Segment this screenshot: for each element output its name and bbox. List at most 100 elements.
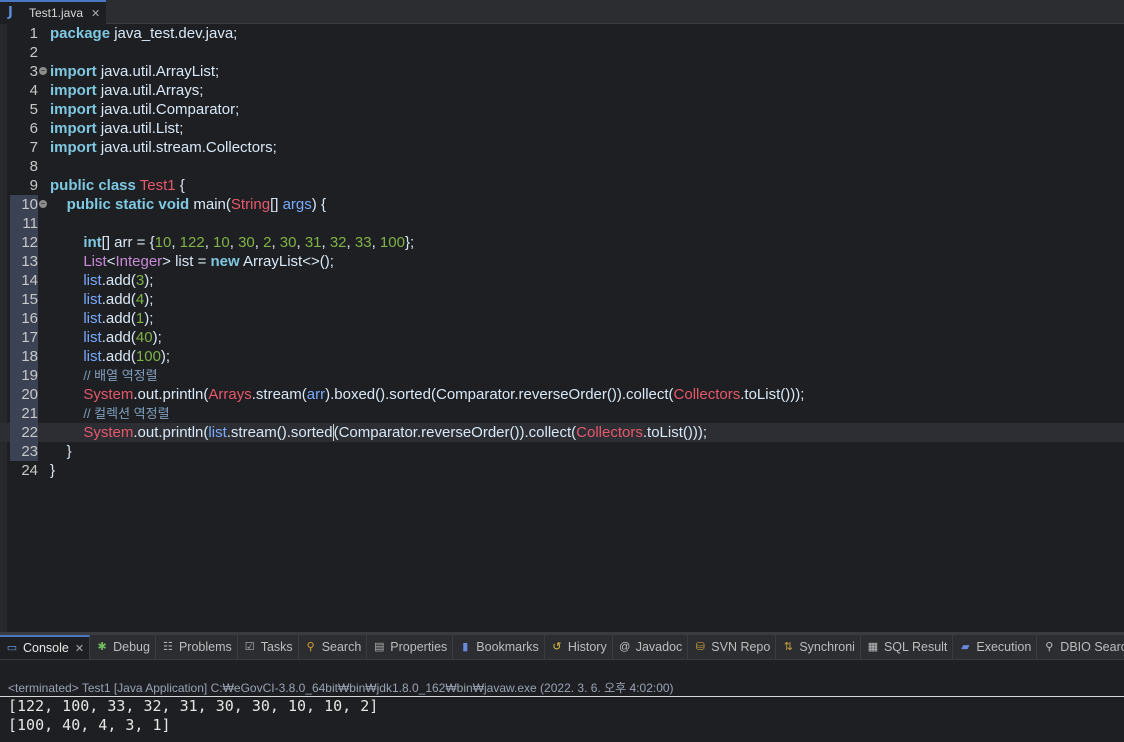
variable: list xyxy=(208,424,227,441)
keyword: public static void xyxy=(66,196,190,213)
code-text: .toList())); xyxy=(740,386,805,403)
code-line[interactable]: 13 List<Integer> list = new ArrayList<>(… xyxy=(0,252,1124,271)
tab-properties[interactable]: ▤ Properties xyxy=(367,635,454,659)
class-name: Arrays xyxy=(208,386,252,403)
code-line[interactable]: 10 − public static void main(String[] ar… xyxy=(0,195,1124,214)
keyword: int xyxy=(83,234,102,251)
code-line[interactable]: 8 xyxy=(0,157,1124,176)
tab-execution[interactable]: ▰ Execution xyxy=(953,635,1038,659)
code-text: .out.println( xyxy=(133,424,209,441)
tab-debug[interactable]: ✱ Debug xyxy=(90,635,156,659)
tab-label: Javadoc xyxy=(635,640,683,654)
keyword: package xyxy=(50,25,111,42)
class-name: System xyxy=(83,386,134,403)
line-number: 17 xyxy=(10,328,38,347)
line-number: 22 xyxy=(10,423,38,442)
code-line[interactable]: 14 list.add(3); xyxy=(0,271,1124,290)
code-line[interactable]: 21 // 컬렉션 역정렬 xyxy=(0,404,1124,423)
code-line[interactable]: 11 xyxy=(0,214,1124,233)
line-number: 8 xyxy=(29,158,38,175)
editor-tab-label: Test1.java xyxy=(29,6,84,20)
tab-tasks[interactable]: ☑ Tasks xyxy=(238,635,299,659)
java-file-icon: J xyxy=(8,5,13,20)
code-line[interactable]: 16 list.add(1); xyxy=(0,309,1124,328)
tab-javadoc[interactable]: @ Javadoc xyxy=(613,635,689,659)
code-text: java.util.List; xyxy=(96,120,184,137)
fold-collapse-icon[interactable]: − xyxy=(39,67,47,75)
tab-search[interactable]: ⚲ Search xyxy=(299,635,368,659)
line-number: 2 xyxy=(29,44,38,61)
code-line[interactable]: 20 System.out.println(Arrays.stream(arr)… xyxy=(0,385,1124,404)
tab-label: Search xyxy=(321,640,362,654)
code-line[interactable]: 15 list.add(4); xyxy=(0,290,1124,309)
class-name: Collectors xyxy=(576,424,643,441)
number-literal: 31 xyxy=(304,234,322,251)
bug-icon: ✱ xyxy=(97,640,107,653)
tab-problems[interactable]: ☷ Problems xyxy=(156,635,238,659)
code-text: java.util.Arrays; xyxy=(96,82,204,99)
tab-synchronize[interactable]: ⇅ Synchroni xyxy=(776,635,861,659)
tab-label: History xyxy=(567,640,607,654)
code-line[interactable]: 24 } xyxy=(0,461,1124,480)
code-text: ); xyxy=(144,291,154,308)
code-editor[interactable]: 1 package java_test.dev.java; 2 3 − impo… xyxy=(0,24,1124,632)
current-code-line[interactable]: 22 System.out.println(list.stream().sort… xyxy=(0,423,1124,442)
number-literal: 122 xyxy=(179,234,205,251)
tab-label: DBIO Searc xyxy=(1060,640,1124,654)
line-number: 7 xyxy=(29,139,38,156)
number-literal: 10 xyxy=(154,234,172,251)
console-status-line: <terminated> Test1 [Java Application] C:… xyxy=(8,681,674,695)
tab-dbio-search[interactable]: ⚲ DBIO Searc xyxy=(1037,635,1124,659)
tab-history[interactable]: ↺ History xyxy=(545,635,613,659)
number-literal: 100 xyxy=(135,348,161,365)
keyword: import xyxy=(50,63,97,80)
code-text: java.util.stream.Collectors; xyxy=(96,139,277,156)
code-comment: // 배열 역정렬 xyxy=(83,368,158,383)
code-line[interactable]: 9 public class Test1 { xyxy=(0,176,1124,195)
code-line[interactable]: 4 import java.util.Arrays; xyxy=(0,81,1124,100)
code-text: ); xyxy=(144,272,154,289)
number-literal: 100 xyxy=(379,234,405,251)
code-line[interactable]: 2 xyxy=(0,43,1124,62)
code-line[interactable]: 3 − import java.util.ArrayList; xyxy=(0,62,1124,81)
line-number: 15 xyxy=(10,290,38,309)
line-number: 16 xyxy=(10,309,38,328)
tab-label: SQL Result xyxy=(883,640,948,654)
code-lines[interactable]: 1 package java_test.dev.java; 2 3 − impo… xyxy=(0,24,1124,480)
line-number: 12 xyxy=(10,233,38,252)
close-icon[interactable]: ✕ xyxy=(91,7,100,20)
sync-icon: ⇅ xyxy=(783,640,793,653)
code-line[interactable]: 6 import java.util.List; xyxy=(0,119,1124,138)
search-icon: ⚲ xyxy=(306,640,315,653)
code-line[interactable]: 17 list.add(40); xyxy=(0,328,1124,347)
tab-label: Problems xyxy=(178,640,232,654)
code-line[interactable]: 12 int[] arr = {10, 122, 10, 30, 2, 30, … xyxy=(0,233,1124,252)
editor-tab-bar: J Test1.java ✕ xyxy=(0,0,1124,24)
line-number: 5 xyxy=(29,101,38,118)
tab-label: SVN Repo xyxy=(711,640,771,654)
code-text: [] xyxy=(270,196,283,213)
code-line[interactable]: 7 import java.util.stream.Collectors; xyxy=(0,138,1124,157)
console-output[interactable]: [122, 100, 33, 32, 31, 30, 30, 10, 10, 2… xyxy=(0,697,1124,742)
code-line[interactable]: 18 list.add(100); xyxy=(0,347,1124,366)
tab-svn-repo[interactable]: ⛁ SVN Repo xyxy=(688,635,777,659)
code-text: > list = xyxy=(162,253,211,270)
code-line[interactable]: 1 package java_test.dev.java; xyxy=(0,24,1124,43)
tab-bookmarks[interactable]: ▮ Bookmarks xyxy=(453,635,545,659)
keyword: new xyxy=(210,253,240,270)
line-number: 4 xyxy=(29,82,38,99)
fold-collapse-icon[interactable]: − xyxy=(39,200,47,208)
close-icon[interactable]: ✕ xyxy=(75,642,84,655)
editor-tab-test1[interactable]: J Test1.java ✕ xyxy=(0,0,106,24)
keyword: import xyxy=(50,120,97,137)
code-line[interactable]: 23 } xyxy=(0,442,1124,461)
code-line[interactable]: 5 import java.util.Comparator; xyxy=(0,100,1124,119)
code-line[interactable]: 19 // 배열 역정렬 xyxy=(0,366,1124,385)
tab-label: Debug xyxy=(113,640,150,654)
tab-console[interactable]: ▭ Console ✕ xyxy=(0,635,91,659)
tab-sql-result[interactable]: ▦ SQL Result xyxy=(861,635,954,659)
tab-label: Bookmarks xyxy=(476,640,539,654)
number-literal: 40 xyxy=(135,329,153,346)
code-text: .stream().sorted xyxy=(226,424,333,441)
tab-label: Tasks xyxy=(260,640,293,654)
